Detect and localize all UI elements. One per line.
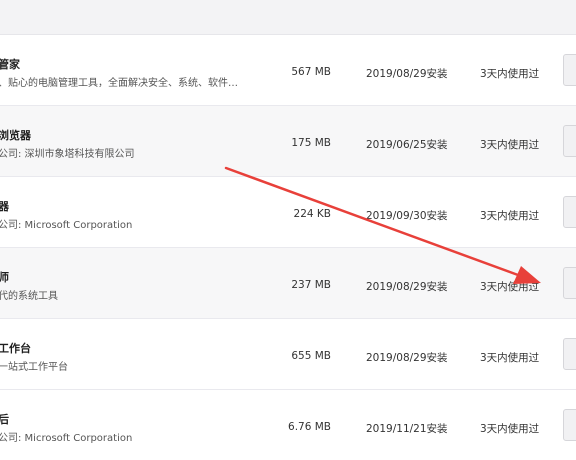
- app-action-button[interactable]: [563, 267, 576, 299]
- app-row-4[interactable]: 师 代的系统工具 237 MB 2019/08/29安装 3天内使用过: [0, 248, 576, 319]
- app-size: 6.76 MB: [288, 421, 331, 433]
- app-name: 师: [0, 271, 9, 284]
- installed-apps-list: 管家 、贴心的电脑管理工具，全面解决安全、系统、软件… 567 MB 2019/…: [0, 35, 576, 460]
- app-install-date: 2019/08/29安装: [366, 352, 448, 364]
- app-size: 567 MB: [291, 66, 331, 78]
- app-description: 公司: Microsoft Corporation: [0, 433, 133, 444]
- app-description: 代的系统工具: [0, 291, 58, 302]
- app-row-5[interactable]: 工作台 一站式工作平台 655 MB 2019/08/29安装 3天内使用过: [0, 319, 576, 390]
- app-action-button[interactable]: [563, 125, 576, 157]
- app-description: 公司: 深圳市象塔科技有限公司: [0, 149, 135, 160]
- app-install-date: 2019/11/21安装: [366, 423, 448, 435]
- app-description: 一站式工作平台: [0, 362, 68, 373]
- app-action-button[interactable]: [563, 338, 576, 370]
- app-row-1[interactable]: 管家 、贴心的电脑管理工具，全面解决安全、系统、软件… 567 MB 2019/…: [0, 35, 576, 106]
- app-name: 器: [0, 200, 9, 213]
- app-size: 175 MB: [291, 137, 331, 149]
- app-last-used: 3天内使用过: [480, 68, 540, 80]
- app-install-date: 2019/08/29安装: [366, 68, 448, 80]
- app-action-button[interactable]: [563, 54, 576, 86]
- app-name: 后: [0, 413, 9, 426]
- app-name: 浏览器: [0, 129, 31, 142]
- app-install-date: 2019/08/29安装: [366, 281, 448, 293]
- app-last-used: 3天内使用过: [480, 139, 540, 151]
- app-action-button[interactable]: [563, 196, 576, 228]
- app-last-used: 3天内使用过: [480, 281, 540, 293]
- app-size: 224 KB: [293, 208, 331, 220]
- app-last-used: 3天内使用过: [480, 352, 540, 364]
- app-last-used: 3天内使用过: [480, 210, 540, 222]
- app-row-2[interactable]: 浏览器 公司: 深圳市象塔科技有限公司 175 MB 2019/06/25安装 …: [0, 106, 576, 177]
- app-last-used: 3天内使用过: [480, 423, 540, 435]
- list-header-area: [0, 0, 576, 35]
- app-row-6[interactable]: 后 公司: Microsoft Corporation 6.76 MB 2019…: [0, 390, 576, 460]
- app-size: 237 MB: [291, 279, 331, 291]
- app-name: 工作台: [0, 342, 31, 355]
- app-description: 、贴心的电脑管理工具，全面解决安全、系统、软件…: [0, 78, 238, 89]
- app-install-date: 2019/06/25安装: [366, 139, 448, 151]
- app-name: 管家: [0, 58, 20, 71]
- app-row-3[interactable]: 器 公司: Microsoft Corporation 224 KB 2019/…: [0, 177, 576, 248]
- app-install-date: 2019/09/30安装: [366, 210, 448, 222]
- app-action-button[interactable]: [563, 409, 576, 441]
- app-size: 655 MB: [291, 350, 331, 362]
- app-list-window: 管家 、贴心的电脑管理工具，全面解决安全、系统、软件… 567 MB 2019/…: [0, 0, 576, 460]
- app-description: 公司: Microsoft Corporation: [0, 220, 133, 231]
